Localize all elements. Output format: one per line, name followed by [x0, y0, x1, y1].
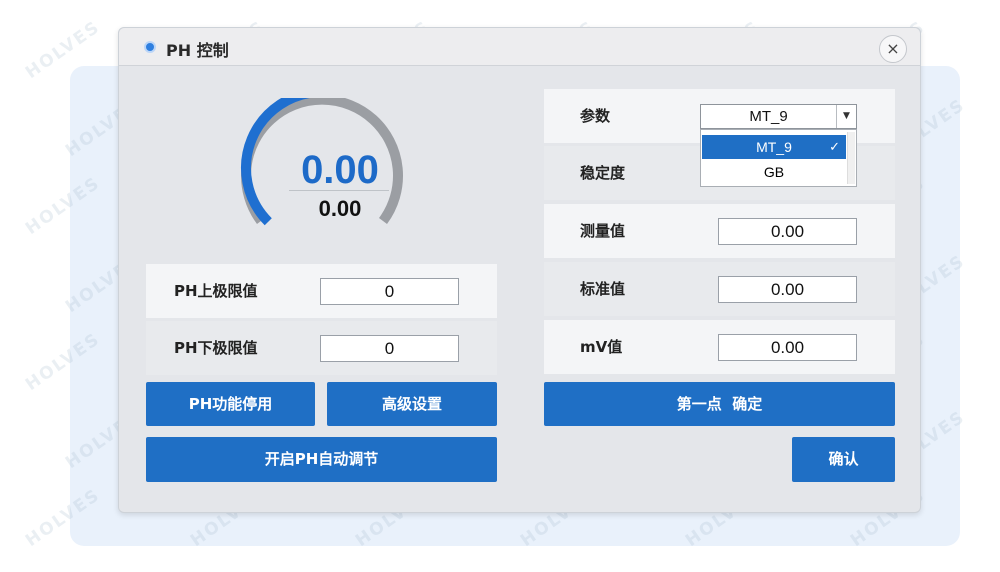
measured-label: 测量值 [580, 222, 626, 240]
dropdown-scrollbar[interactable] [847, 132, 855, 184]
upper-limit-row: PH上极限值 0 [146, 264, 497, 318]
param-dropdown: MT_9 ✓ GB [700, 129, 857, 187]
gauge-value: 0.00 [301, 148, 379, 192]
ph-disable-button[interactable]: PH功能停用 [146, 382, 315, 426]
title-bar: PH 控制 × [119, 28, 920, 66]
standard-label: 标准值 [580, 280, 626, 298]
param-label: 参数 [580, 107, 611, 125]
param-option-label: GB [763, 164, 785, 180]
param-select[interactable]: MT_9 ▼ [700, 104, 857, 129]
gauge-sub-value: 0.00 [318, 196, 362, 221]
dialog-title: PH 控制 [166, 41, 229, 60]
lower-limit-row: PH下极限值 0 [146, 321, 497, 375]
mv-field[interactable]: 0.00 [718, 334, 857, 361]
standard-row: 标准值 0.00 [544, 262, 895, 316]
upper-limit-label: PH上极限值 [174, 282, 258, 300]
param-option[interactable]: GB [702, 160, 846, 184]
confirm-button[interactable]: 确认 [792, 437, 895, 482]
param-option-label: MT_9 [756, 139, 792, 155]
close-button[interactable]: × [879, 35, 907, 63]
stability-label: 稳定度 [580, 164, 626, 182]
auto-adjust-button[interactable]: 开启PH自动调节 [146, 437, 497, 482]
mv-row: mV值 0.00 [544, 320, 895, 374]
lower-limit-label: PH下极限值 [174, 339, 258, 357]
measured-row: 测量值 0.00 [544, 204, 895, 258]
upper-limit-field[interactable]: 0 [320, 278, 459, 305]
first-point-confirm-button[interactable]: 第一点 确定 [544, 382, 895, 426]
standard-field[interactable]: 0.00 [718, 276, 857, 303]
radio-dot-icon [144, 41, 156, 53]
lower-limit-field[interactable]: 0 [320, 335, 459, 362]
param-option-selected[interactable]: MT_9 ✓ [702, 135, 846, 159]
advanced-settings-button[interactable]: 高级设置 [327, 382, 497, 426]
chevron-down-icon[interactable]: ▼ [836, 105, 856, 128]
ph-control-dialog: PH 控制 × 0.00 0.00 PH上极限值 0 PH下极限值 0 PH功能… [118, 27, 921, 513]
measured-field[interactable]: 0.00 [718, 218, 857, 245]
gauge-divider [289, 190, 389, 191]
mv-label: mV值 [580, 338, 623, 356]
check-icon: ✓ [829, 139, 840, 154]
param-select-value: MT_9 [749, 108, 788, 125]
